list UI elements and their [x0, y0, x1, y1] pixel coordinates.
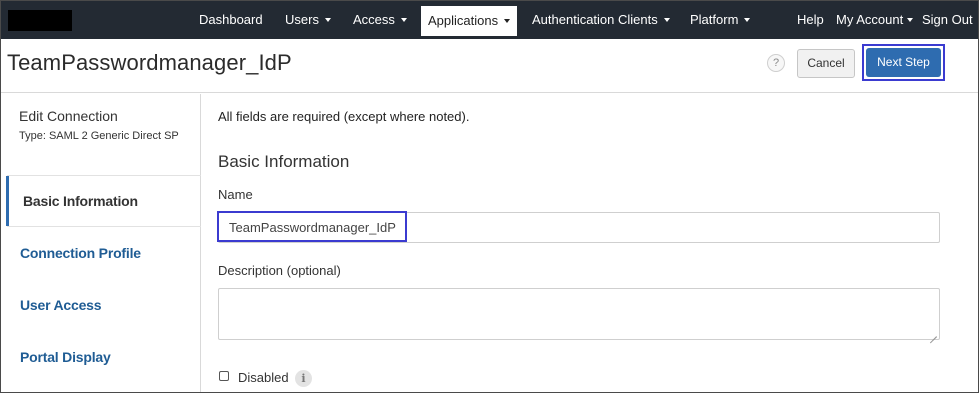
nav-access[interactable]: Access — [353, 1, 407, 39]
sidebar-item-basic-information[interactable]: Basic Information — [23, 193, 138, 209]
nav-platform[interactable]: Platform — [690, 1, 751, 39]
nav-applications[interactable]: Applications — [421, 6, 518, 36]
required-fields-note: All fields are required (except where no… — [218, 109, 470, 124]
help-icon[interactable]: ? — [767, 54, 785, 72]
sidebar-item-portal-display[interactable]: Portal Display — [20, 349, 111, 365]
nav-platform-label: Platform — [690, 12, 739, 27]
page-title: TeamPasswordmanager_IdP — [7, 50, 292, 75]
nav-my-account-label: My Account — [836, 12, 904, 27]
next-step-button[interactable]: Next Step — [866, 48, 941, 77]
nav-authentication-clients-label: Authentication Clients — [532, 12, 658, 27]
section-title: Basic Information — [218, 152, 350, 171]
window-frame: Dashboard Users Access Applications Auth… — [0, 0, 979, 393]
nav-sign-out-label: Sign Out — [922, 12, 973, 27]
info-icon[interactable]: i — [295, 370, 312, 387]
sidebar-item-user-access[interactable]: User Access — [20, 297, 102, 313]
nav-help[interactable]: Help — [797, 1, 824, 39]
disabled-checkbox[interactable] — [219, 371, 229, 381]
caret-down-icon — [663, 17, 670, 22]
active-indicator — [6, 176, 9, 226]
sidebar-heading: Edit Connection — [19, 108, 118, 124]
top-nav-bar: Dashboard Users Access Applications Auth… — [1, 1, 978, 39]
name-label: Name — [218, 187, 253, 202]
description-label: Description (optional) — [218, 263, 341, 278]
caret-down-icon — [324, 17, 331, 22]
resize-handle-icon[interactable] — [930, 330, 937, 337]
nav-sign-out[interactable]: Sign Out — [922, 1, 973, 39]
sidebar-header: Edit Connection Type: SAML 2 Generic Dir… — [19, 108, 179, 142]
description-field[interactable] — [218, 288, 940, 340]
nav-access-label: Access — [353, 12, 395, 27]
nav-help-label: Help — [797, 12, 824, 27]
form-panel: All fields are required (except where no… — [202, 94, 978, 392]
page-header: TeamPasswordmanager_IdP ? Cancel Next St… — [1, 39, 978, 93]
disabled-label: Disabled — [238, 370, 289, 385]
sidebar-connection-type: Type: SAML 2 Generic Direct SP — [19, 130, 179, 142]
nav-dashboard-label: Dashboard — [199, 12, 263, 27]
nav-authentication-clients[interactable]: Authentication Clients — [532, 1, 670, 39]
nav-my-account[interactable]: My Account — [836, 1, 914, 39]
divider — [7, 175, 201, 176]
caret-down-icon — [744, 17, 751, 22]
connection-sidebar: Edit Connection Type: SAML 2 Generic Dir… — [1, 94, 201, 392]
nav-dashboard[interactable]: Dashboard — [199, 1, 263, 39]
caret-down-icon — [907, 17, 914, 22]
nav-users[interactable]: Users — [285, 1, 331, 39]
nav-applications-label: Applications — [428, 13, 499, 28]
nav-users-label: Users — [285, 12, 319, 27]
name-field-highlight — [217, 211, 407, 242]
sidebar-item-connection-profile[interactable]: Connection Profile — [20, 245, 141, 261]
divider — [7, 226, 201, 227]
brand-logo[interactable] — [8, 10, 72, 31]
caret-down-icon — [504, 18, 511, 23]
cancel-button[interactable]: Cancel — [797, 49, 855, 78]
caret-down-icon — [400, 17, 407, 22]
